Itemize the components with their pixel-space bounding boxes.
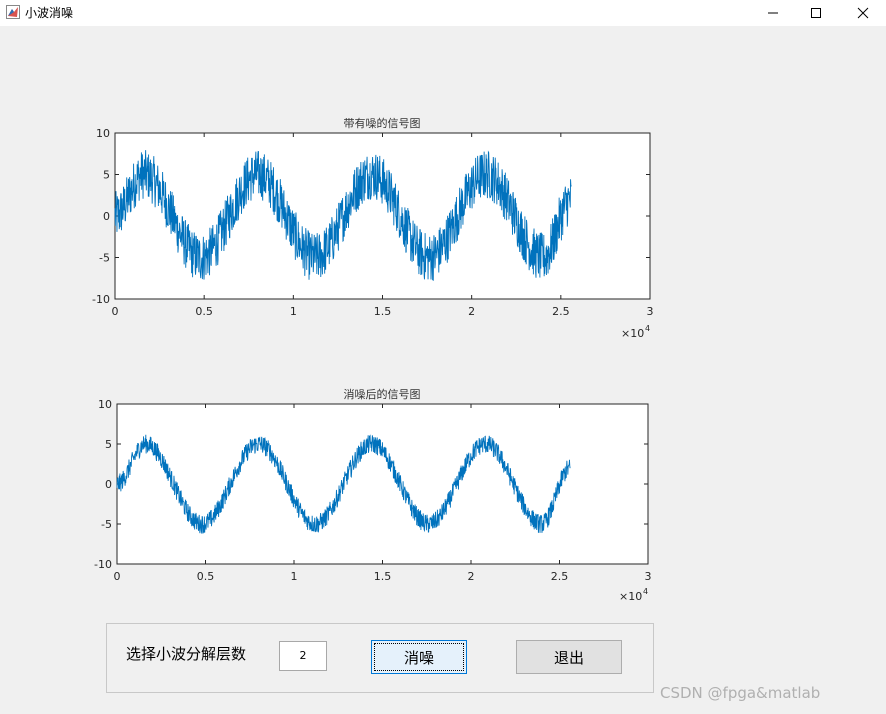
- decomposition-level-input[interactable]: 2: [279, 641, 327, 671]
- exit-button[interactable]: 退出: [516, 640, 622, 674]
- x-tick-label: 0: [114, 570, 121, 583]
- decomposition-level-label: 选择小波分解层数: [126, 645, 247, 663]
- x-tick-label: 3: [645, 570, 652, 583]
- exit-button-label: 退出: [553, 648, 584, 667]
- y-tick-label: -5: [101, 518, 112, 531]
- y-tick-label: -10: [94, 558, 112, 571]
- x-tick-label: 1: [291, 570, 298, 583]
- denoised-signal-plot: 消噪后的信号图 0 0.5 1 1.5 2 2.5 3 10 5 0 -5 -10 ×10 4: [94, 387, 652, 603]
- plot-title: 消噪后的信号图: [344, 387, 421, 401]
- focus-rectangle: [374, 643, 464, 671]
- y-tick-label: 5: [105, 438, 112, 451]
- watermark: CSDN @fpga&matlab: [660, 684, 821, 702]
- x-tick-label: 1.5: [374, 570, 392, 583]
- x-tick-label: 2: [468, 570, 475, 583]
- plot-area: [116, 403, 649, 565]
- y-tick-label: 10: [98, 398, 112, 411]
- y-tick-label: 0: [105, 478, 112, 491]
- x-tick-label: 2.5: [551, 570, 569, 583]
- denoise-button[interactable]: 消噪: [371, 640, 467, 674]
- x-exponent: 4: [643, 587, 648, 596]
- x-tick-label: 0.5: [197, 570, 215, 583]
- x-exponent-base: ×10: [619, 590, 642, 603]
